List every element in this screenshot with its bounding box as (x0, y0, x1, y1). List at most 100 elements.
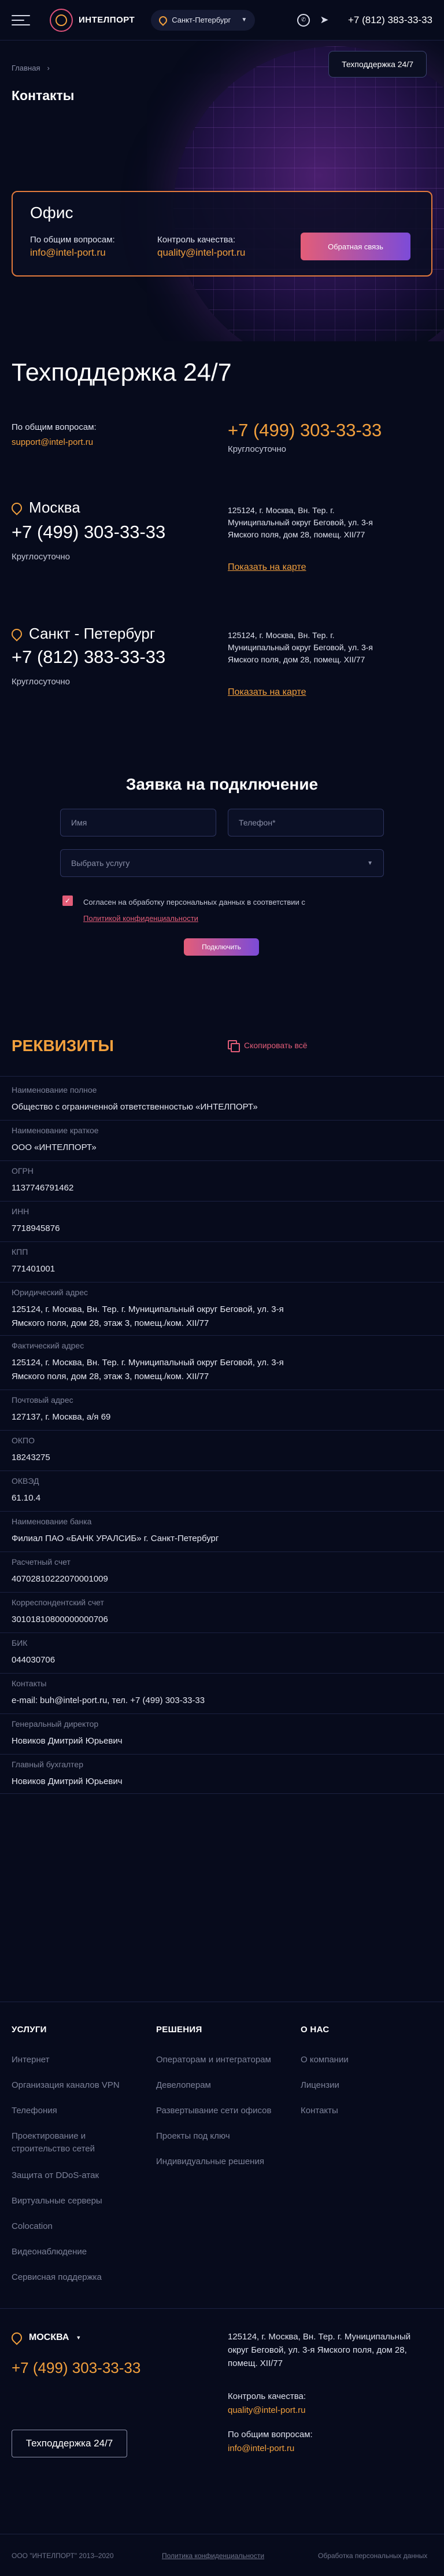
footer-services-title: УСЛУГИ (12, 2025, 47, 2035)
footer-general-email[interactable]: info@intel-port.ru (228, 2444, 294, 2453)
footer-link[interactable]: Видеонаблюдение (12, 2246, 145, 2258)
logo-text: ИНТЕЛПОРТ (79, 15, 135, 25)
office-card: Офис По общим вопросам: info@intel-port.… (12, 191, 432, 277)
breadcrumb-home[interactable]: Главная (12, 64, 40, 72)
telegram-icon[interactable]: ➤ (318, 14, 331, 27)
footer-link[interactable]: Проектирование и строительство сетей (12, 2130, 145, 2155)
divider (0, 2308, 444, 2309)
footer-quality-email[interactable]: quality@intel-port.ru (228, 2405, 305, 2415)
office-general-email[interactable]: info@intel-port.ru (30, 247, 115, 259)
footer-general-label: По общим вопросам: (228, 2430, 313, 2439)
office-city-label: Санкт - Петербург (29, 625, 156, 642)
breadcrumb-separator: › (47, 64, 50, 72)
requisite-label: Расчетный счет (12, 1557, 71, 1567)
footer-link[interactable]: Интернет (12, 2054, 145, 2066)
footer-link[interactable]: Colocation (12, 2220, 145, 2233)
location-pin-icon (157, 14, 169, 26)
requisite-label: ОГРН (12, 1166, 34, 1175)
copy-all-label: Скопировать всё (244, 1041, 308, 1050)
support-hours: Круглосуточно (228, 444, 286, 454)
privacy-policy-link[interactable]: Политикой конфиденциальности (83, 911, 384, 927)
copyright: ООО "ИНТЕЛПОРТ" 2013–2020 (12, 2552, 114, 2560)
footer-link[interactable]: Организация каналов VPN (12, 2079, 145, 2092)
divider (0, 1430, 444, 1431)
requisite-label: Генеральный директор (12, 1719, 99, 1729)
footer-link[interactable]: О компании (301, 2054, 434, 2066)
support-button[interactable]: Техподдержка 24/7 (328, 51, 427, 78)
divider (0, 1335, 444, 1336)
office-hours-moscow: Круглосуточно (12, 552, 70, 562)
office-phone-spb[interactable]: +7 (812) 383-33-33 (12, 647, 165, 668)
consent-text: Согласен на обработку персональных данны… (83, 894, 384, 927)
office-address-spb: 125124, г. Москва, Вн. Тер. г. Муниципал… (228, 631, 373, 664)
divider (0, 1241, 444, 1242)
map-link-spb[interactable]: Показать на карте (228, 687, 306, 698)
logo[interactable]: ИНТЕЛПОРТ (50, 8, 135, 32)
divider (0, 1511, 444, 1512)
header-phone[interactable]: +7 (812) 383-33-33 (348, 14, 432, 26)
support-email[interactable]: support@intel-port.ru (12, 437, 93, 447)
city-selector[interactable]: Санкт-Петербург ▼ (151, 9, 256, 31)
feedback-button[interactable]: Обратная связь (301, 233, 410, 260)
requisite-value: Филиал ПАО «БАНК УРАЛСИБ» г. Санкт-Петер… (12, 1534, 219, 1543)
footer-address: 125124, г. Москва, Вн. Тер. г. Муниципал… (228, 2332, 411, 2368)
footer-link[interactable]: Лицензии (301, 2079, 434, 2092)
divider (0, 1592, 444, 1593)
service-select[interactable]: Выбрать услугу ▼ (60, 849, 384, 877)
service-select-label: Выбрать услугу (71, 858, 130, 868)
requisite-label: Контакты (12, 1679, 47, 1688)
office-quality-email[interactable]: quality@intel-port.ru (157, 247, 245, 259)
footer-link[interactable]: Операторам и интеграторам (156, 2054, 289, 2066)
privacy-policy-footer-link[interactable]: Политика конфиденциальности (162, 2552, 264, 2560)
consent-label: Согласен на обработку персональных данны… (83, 898, 305, 906)
requisite-label: ОКПО (12, 1436, 35, 1445)
location-pin-icon (9, 626, 24, 642)
divider (0, 1673, 444, 1674)
requisite-label: Фактический адрес (12, 1341, 84, 1350)
footer-bottom: ООО "ИНТЕЛПОРТ" 2013–2020 Политика конфи… (0, 2534, 444, 2576)
personal-data-link[interactable]: Обработка персональных данных (318, 2552, 427, 2560)
footer-link[interactable]: Сервисная поддержка (12, 2271, 145, 2284)
requisite-value: e-mail: buh@intel-port.ru, тел. +7 (499)… (12, 1696, 205, 1705)
footer-link[interactable]: Виртуальные серверы (12, 2195, 145, 2208)
whatsapp-icon[interactable]: ✆ (297, 13, 310, 27)
footer-link[interactable]: Проекты под ключ (156, 2130, 289, 2143)
footer-link[interactable]: Девелоперам (156, 2079, 289, 2092)
requisite-value: 125124, г. Москва, Вн. Тер. г. Муниципал… (12, 1304, 284, 1328)
menu-icon[interactable] (12, 13, 30, 27)
footer-phone[interactable]: +7 (499) 303-33-33 (12, 2359, 140, 2377)
chevron-down-icon: ▼ (367, 860, 373, 867)
city-selector-label: Санкт-Петербург (172, 16, 231, 24)
requisite-value: 18243275 (12, 1453, 50, 1462)
footer-support-button[interactable]: Техподдержка 24/7 (12, 2430, 127, 2457)
page: ИНТЕЛПОРТ Санкт-Петербург ▼ ✆ ➤ +7 (812)… (0, 0, 444, 2576)
footer-link[interactable]: Телефония (12, 2105, 145, 2117)
location-pin-icon (9, 500, 24, 515)
footer-link[interactable]: Защита от DDoS-атак (12, 2169, 145, 2182)
phone-input[interactable]: Телефон* (228, 809, 384, 836)
breadcrumb: Главная › (12, 64, 50, 72)
map-link-moscow[interactable]: Показать на карте (228, 562, 306, 573)
footer-link[interactable]: Контакты (301, 2105, 434, 2117)
copy-all-button[interactable]: Скопировать всё (228, 1040, 308, 1052)
office-phone-moscow[interactable]: +7 (499) 303-33-33 (12, 522, 165, 543)
requisite-value: 7718945876 (12, 1223, 60, 1233)
office-hours-spb: Круглосуточно (12, 677, 70, 687)
requisite-value: Новиков Дмитрий Юрьевич (12, 1736, 123, 1746)
footer-city-selector[interactable]: МОСКВА ▼ (9, 2330, 81, 2345)
requisite-value: Новиков Дмитрий Юрьевич (12, 1777, 123, 1786)
submit-button[interactable]: Подключить (184, 938, 259, 956)
requisite-label: Наименование банка (12, 1517, 92, 1526)
requisite-label: КПП (12, 1247, 28, 1256)
footer-link[interactable]: Индивидуальные решения (156, 2155, 289, 2168)
requisite-label: Наименование полное (12, 1085, 97, 1094)
office-city-moscow: Москва (9, 499, 80, 517)
divider (0, 1076, 444, 1077)
name-input[interactable]: Имя (60, 809, 216, 836)
consent-checkbox[interactable]: ✓ (62, 895, 73, 906)
divider (0, 1713, 444, 1714)
requisite-label: ОКВЭД (12, 1476, 39, 1486)
footer-link[interactable]: Развертывание сети офисов (156, 2105, 289, 2117)
support-phone[interactable]: +7 (499) 303-33-33 (228, 420, 382, 441)
office-address-moscow: 125124, г. Москва, Вн. Тер. г. Муниципал… (228, 506, 373, 539)
